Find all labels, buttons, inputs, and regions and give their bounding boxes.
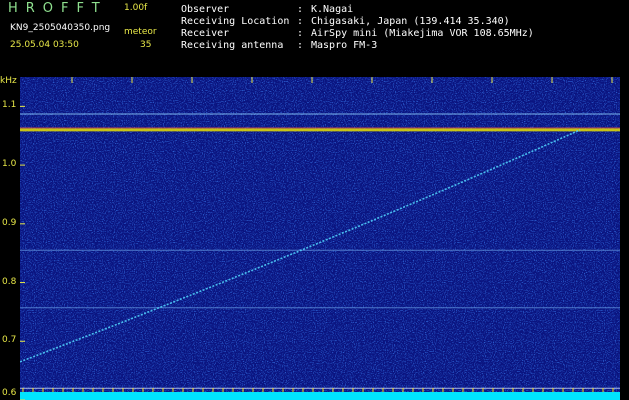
meta-observer: Observer: K.Nagai xyxy=(181,4,354,15)
baseline-strip xyxy=(20,392,620,400)
header: HROFFT 1.00f KN9_2505040350.png meteor 2… xyxy=(0,0,629,75)
meta-location: Receiving Location: Chigasaki, Japan (139… xyxy=(181,16,510,27)
meta-receiver: Receiver: AirSpy mini (Miakejima VOR 108.… xyxy=(181,28,534,39)
noise-layer xyxy=(20,77,620,400)
freq-unit-label: kHz xyxy=(0,76,17,86)
app-logo: HROFFT xyxy=(8,1,108,16)
spectrogram-plot xyxy=(20,77,620,400)
freq-tick-label: 1.0 xyxy=(2,159,17,170)
freq-tick-label: 0.9 xyxy=(2,217,17,228)
freq-tick-label: 1.1 xyxy=(2,100,17,111)
freq-tick-label: 0.8 xyxy=(2,276,17,287)
meteor-count: 35 xyxy=(140,40,152,50)
spectrogram-canvas xyxy=(20,77,620,400)
freq-tick-label: 0.6 xyxy=(2,388,17,398)
meta-antenna: Receiving antenna: Maspro FM-3 xyxy=(181,40,378,51)
datetime-label: 25.05.04 03:50 xyxy=(10,40,79,50)
version-label: 1.00f xyxy=(124,3,148,13)
filename-label: KN9_2505040350.png xyxy=(10,23,111,33)
meteor-label: meteor xyxy=(124,27,157,37)
freq-tick-label: 0.7 xyxy=(2,335,17,346)
